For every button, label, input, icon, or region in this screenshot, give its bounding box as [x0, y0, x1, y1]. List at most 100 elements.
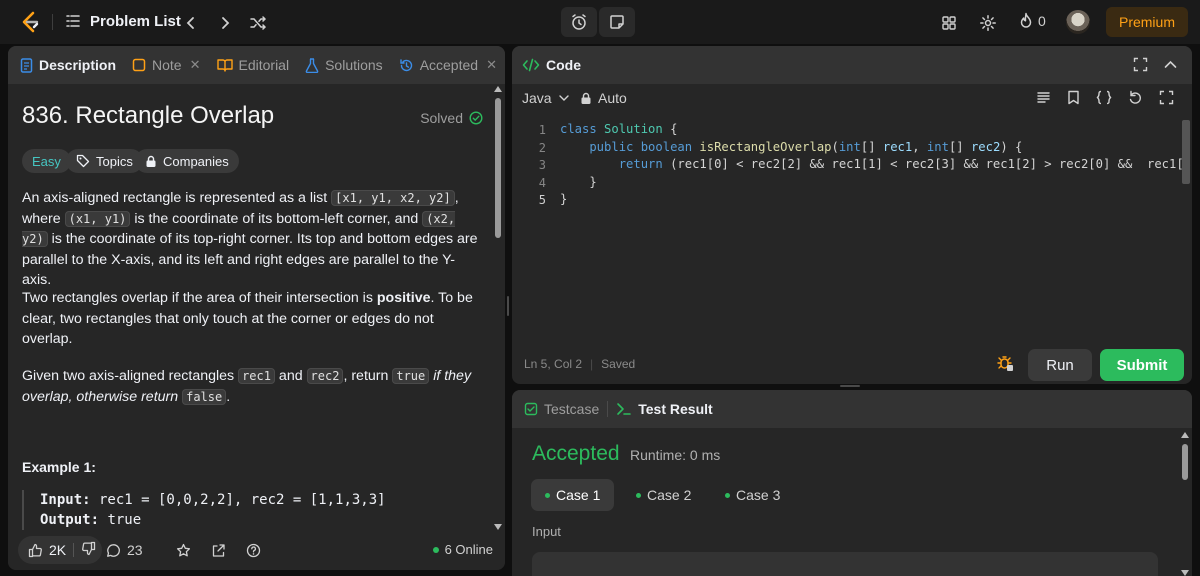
shuffle-icon [250, 16, 267, 30]
flame-icon [1020, 12, 1032, 28]
line-number: 2 [538, 140, 546, 155]
case-label: Case 1 [556, 487, 601, 503]
code-panel-header: Code [512, 46, 1192, 84]
avatar[interactable] [1066, 10, 1090, 34]
collapse-button[interactable] [1163, 57, 1178, 75]
streak-counter[interactable]: 0 [1018, 12, 1046, 30]
submit-button[interactable]: Submit [1100, 349, 1184, 381]
case-tab-1[interactable]: Case 1 [531, 479, 615, 511]
top-nav: Problem List 0 Premium [0, 0, 1200, 44]
premium-button[interactable]: Premium [1106, 7, 1188, 37]
grid-layout-icon [942, 16, 956, 30]
flask-icon [305, 57, 319, 73]
inline-code: rec1 [238, 368, 275, 384]
history-icon [399, 58, 412, 71]
favorite-button[interactable] [176, 538, 191, 562]
problem-list-button[interactable]: Problem List [64, 12, 181, 30]
solved-badge: Solved [420, 110, 483, 126]
param: rec2 [970, 139, 1001, 154]
description-footer: 2K 23 6 Online [8, 530, 505, 570]
tab-editorial[interactable]: Editorial [209, 46, 298, 84]
scroll-thumb[interactable] [495, 98, 501, 238]
run-button[interactable]: Run [1028, 349, 1092, 381]
auto-mode-toggle[interactable]: Auto [580, 90, 627, 106]
inline-code: (x1, y1) [64, 210, 131, 227]
scroll-up-arrow[interactable] [1181, 432, 1189, 438]
format-icon[interactable] [1036, 90, 1051, 105]
downvote-button[interactable] [81, 541, 96, 559]
tab-code[interactable]: Code [512, 46, 589, 84]
result-scrollbar[interactable] [1181, 432, 1189, 576]
timer-button[interactable] [561, 7, 597, 37]
braces-icon[interactable] [1096, 90, 1112, 105]
comment-icon [107, 543, 120, 557]
result-tabs: Testcase Test Result [512, 390, 1192, 428]
code-editor[interactable]: 1 2 3 4 5 class Solution { public boolea… [512, 120, 1192, 356]
output-value: true [99, 512, 142, 528]
tab-note[interactable]: Note ✕ [124, 46, 208, 84]
text: is the coordinate of its bottom-left cor… [130, 210, 423, 227]
reset-icon[interactable] [1128, 90, 1143, 105]
pass-dot [636, 492, 641, 498]
pass-dot [725, 492, 730, 498]
tab-description[interactable]: Description [8, 46, 124, 84]
description-paragraph-3: Given two axis-aligned rectangles rec1 a… [22, 366, 484, 407]
settings-button[interactable] [975, 10, 1001, 36]
tab-solutions[interactable]: Solutions [297, 46, 391, 84]
language-select[interactable]: Java [522, 90, 570, 106]
close-icon[interactable]: ✕ [190, 57, 201, 73]
text: Given two axis-aligned rectangles [22, 368, 239, 384]
comments-button[interactable]: 23 [106, 538, 143, 562]
status-divider: | [590, 357, 594, 371]
inline-code: false [182, 388, 227, 405]
expand-icon[interactable] [1159, 90, 1174, 105]
nav-divider [52, 14, 53, 30]
text: An axis-aligned rectangle is represented… [22, 190, 332, 206]
layout-button[interactable] [936, 10, 962, 36]
editor-scrollbar[interactable] [1182, 120, 1190, 184]
line-number: 5 [538, 193, 546, 207]
question-circle-icon [246, 543, 261, 557]
leetcode-logo-icon[interactable] [18, 10, 42, 34]
tab-test-result[interactable]: Test Result [608, 390, 720, 428]
runtime: Runtime: 0 ms [630, 447, 721, 463]
debug-button[interactable] [996, 354, 1014, 375]
text: is the coordinate of its top-right corne… [22, 231, 478, 288]
tab-accepted[interactable]: Accepted ✕ [391, 46, 505, 84]
maximize-button[interactable] [1133, 57, 1148, 75]
scrollbar[interactable] [494, 86, 502, 530]
close-icon[interactable]: ✕ [486, 57, 497, 73]
auto-label: Auto [598, 90, 627, 106]
upvote-button[interactable]: 2K [18, 542, 66, 558]
case-label: Case 2 [647, 487, 692, 503]
scroll-thumb[interactable] [1182, 444, 1188, 480]
random-problem-button[interactable] [245, 10, 271, 36]
notes-button[interactable] [599, 7, 635, 37]
result-panel: Testcase Test Result Accepted Runtime: 0… [512, 390, 1192, 576]
case-tab-2[interactable]: Case 2 [622, 479, 705, 511]
problem-title[interactable]: 836. Rectangle Overlap [22, 102, 274, 130]
thumbs-down-icon [82, 541, 96, 556]
tab-testcase[interactable]: Testcase [512, 390, 607, 428]
share-button[interactable] [211, 538, 226, 562]
companies-button[interactable]: Companies [135, 149, 239, 173]
lock-icon [146, 155, 156, 167]
scroll-down-arrow[interactable] [1181, 570, 1189, 576]
comments-count: 23 [127, 542, 143, 558]
function-name: isRectangleOverlap [699, 139, 832, 154]
horizontal-resize-handle[interactable] [840, 385, 860, 387]
help-button[interactable] [246, 538, 261, 562]
scroll-up-arrow[interactable] [494, 86, 502, 92]
bookmark-icon[interactable] [1067, 90, 1080, 105]
case-tab-3[interactable]: Case 3 [711, 479, 794, 511]
keyword: int [926, 139, 949, 154]
topics-button[interactable]: Topics [66, 149, 143, 173]
inline-code: [x1, y1, x2, y2] [331, 190, 455, 206]
prev-problem-button[interactable] [178, 10, 204, 36]
line-number: 3 [538, 158, 546, 172]
vertical-resize-handle[interactable] [507, 296, 509, 316]
next-problem-button[interactable] [212, 10, 238, 36]
sticky-note-icon [610, 15, 624, 29]
likes-count: 2K [49, 542, 67, 558]
bold-text: positive [376, 290, 431, 306]
